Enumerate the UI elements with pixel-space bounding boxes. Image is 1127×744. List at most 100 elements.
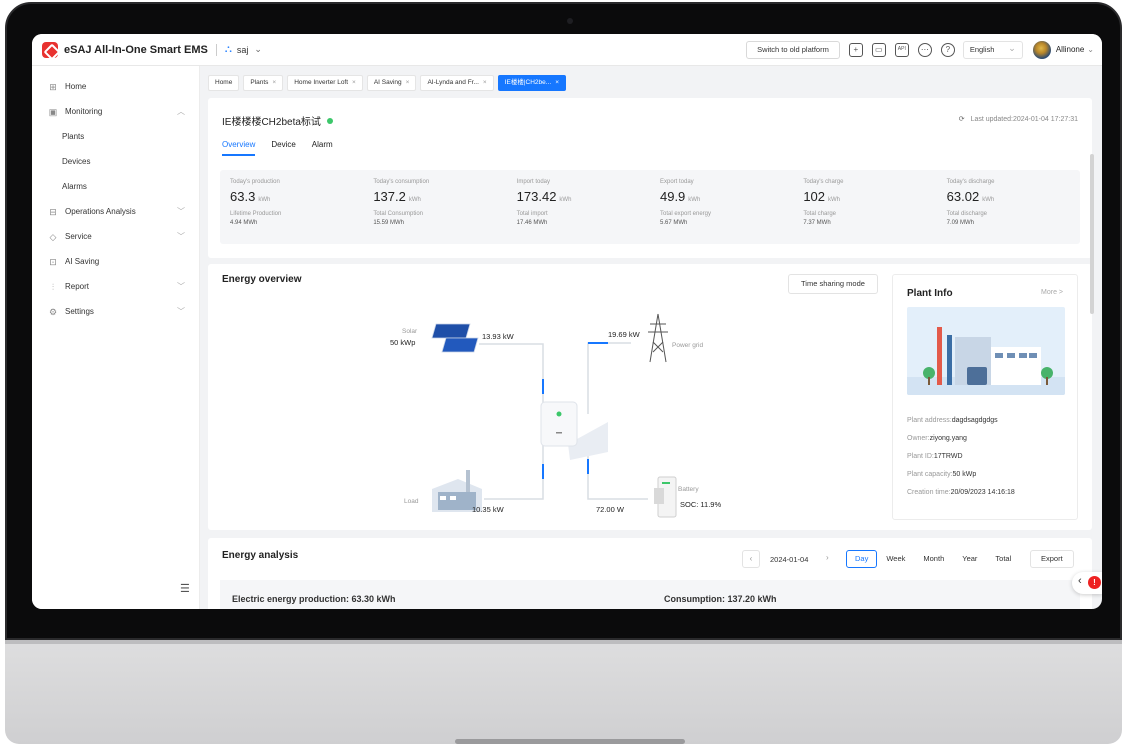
- stat-consumption: Today's consumption 137.2 kWh Total Consu…: [363, 170, 506, 244]
- chevron-left-icon: ‹: [1078, 575, 1082, 587]
- screen-icon[interactable]: ▭: [871, 42, 886, 57]
- plant-id: Plant ID:17TRWD: [907, 453, 963, 460]
- more-link[interactable]: More >: [1041, 289, 1063, 296]
- solar-label: Solar: [402, 328, 418, 335]
- stat-value: 102 kWh: [803, 189, 841, 204]
- solar-capacity: 50 kWp: [390, 338, 416, 347]
- sidebar-item-service[interactable]: ◇ Service ﹀: [32, 224, 199, 249]
- stat-charge: Today's charge 102 kWh Total charge 7.37 …: [793, 170, 936, 244]
- grid-power: 19.69 kW: [608, 330, 640, 339]
- refresh-icon[interactable]: ⟳: [959, 116, 965, 123]
- time-sharing-mode-button[interactable]: Time sharing mode: [788, 274, 878, 294]
- sidebar-item-devices[interactable]: Devices: [32, 149, 199, 174]
- stat-value: 173.42 kWh: [516, 189, 572, 204]
- sidebar-item-settings[interactable]: ⚙ Settings ﹀: [32, 299, 199, 324]
- plant-creation-time: Creation time:20/09/2023 14:16:18: [907, 489, 1015, 496]
- energy-analysis-card: Energy analysis ‹ 2024-01-04 › Day Week …: [208, 538, 1092, 609]
- tab-label: AI Saving: [373, 79, 402, 86]
- sidebar-item-home[interactable]: ⊞ Home: [32, 74, 199, 99]
- chevron-down-icon: ﹀: [177, 307, 185, 316]
- close-icon[interactable]: ×: [272, 79, 276, 86]
- add-icon[interactable]: +: [848, 42, 863, 57]
- app-logo[interactable]: eSAJ All-In-One Smart EMS: [42, 41, 208, 58]
- sidebar-item-label: Report: [65, 282, 90, 291]
- content-scrollbar[interactable]: [1090, 154, 1094, 314]
- tab-home[interactable]: Home: [208, 75, 240, 91]
- next-date-button[interactable]: ›: [818, 550, 836, 568]
- solar-panel-icon: [431, 323, 479, 353]
- floating-help-button[interactable]: ‹ !: [1072, 572, 1102, 594]
- production-summary: Electric energy production: 63.30 kWh: [232, 594, 396, 604]
- camera-dot: [567, 18, 573, 24]
- monitor-device: eSAJ All-In-One Smart EMS ⛬ saj ⌄ Switch…: [0, 0, 1127, 744]
- tab-ai-lynda[interactable]: AI-Lynda and Fr... ×: [420, 75, 494, 91]
- tab-overview[interactable]: Overview: [222, 140, 256, 156]
- load-label: Load: [404, 498, 419, 505]
- period-week[interactable]: Week: [877, 550, 914, 568]
- inverter-icon: [540, 401, 608, 460]
- stat-total-label: Lifetime Production: [230, 211, 282, 217]
- sidebar: ⊞ Home ▣ Monitoring ︿ Plants Devices Ala…: [32, 66, 200, 609]
- chevron-down-icon: ﹀: [177, 232, 185, 241]
- chevron-down-icon: ﹀: [177, 207, 185, 216]
- sidebar-item-label: Operations Analysis: [65, 207, 136, 216]
- more-icon[interactable]: ⋯: [917, 42, 932, 57]
- tab-device[interactable]: Device: [271, 140, 295, 156]
- monitor-chin: [5, 640, 1122, 744]
- sidebar-item-alarms[interactable]: Alarms: [32, 174, 199, 199]
- close-icon[interactable]: ×: [352, 79, 356, 86]
- close-icon[interactable]: ×: [406, 79, 410, 86]
- sidebar-item-label: AI Saving: [65, 257, 100, 266]
- chevron-down-icon: ⌄: [254, 44, 262, 54]
- tab-current-plant[interactable]: IE楼楼|CH2be... ×: [497, 75, 566, 91]
- settings-icon: ⚙: [48, 306, 58, 317]
- plant-selector[interactable]: ⛬ saj ⌄: [225, 44, 262, 55]
- sidebar-item-plants[interactable]: Plants: [32, 124, 199, 149]
- sidebar-item-operations-analysis[interactable]: ⊟ Operations Analysis ﹀: [32, 199, 199, 224]
- period-day[interactable]: Day: [846, 550, 878, 568]
- stat-total-value: 4.94 MWh: [230, 220, 258, 226]
- close-icon[interactable]: ×: [483, 79, 487, 86]
- sidebar-item-label: Home: [65, 82, 87, 91]
- api-icon[interactable]: API: [894, 42, 909, 57]
- last-updated-text: Last updated:2024-01-04 17:27:31: [970, 116, 1078, 123]
- top-bar: eSAJ All-In-One Smart EMS ⛬ saj ⌄ Switch…: [32, 34, 1102, 66]
- plant-selector-value: saj: [236, 44, 249, 55]
- tab-plants[interactable]: Plants ×: [243, 75, 284, 91]
- sidebar-item-label: Monitoring: [65, 107, 103, 116]
- period-total[interactable]: Total: [986, 550, 1020, 568]
- app-title: eSAJ All-In-One Smart EMS: [64, 43, 208, 56]
- stat-value: 63.02 kWh: [946, 189, 995, 204]
- period-selector: Day Week Month Year Total: [846, 550, 1020, 568]
- period-year[interactable]: Year: [953, 550, 986, 568]
- close-icon[interactable]: ×: [555, 79, 559, 86]
- language-select[interactable]: English: [962, 40, 1023, 59]
- tab-alarm[interactable]: Alarm: [312, 140, 333, 156]
- sidebar-item-report[interactable]: ⫶ Report ﹀: [32, 274, 199, 299]
- date-value[interactable]: 2024-01-04: [770, 555, 808, 564]
- energy-analysis-title: Energy analysis: [222, 550, 299, 561]
- sidebar-item-ai-saving[interactable]: ⊡ AI Saving: [32, 249, 199, 274]
- sidebar-item-monitoring[interactable]: ▣ Monitoring ︿: [32, 99, 199, 124]
- sidebar-item-label: Settings: [65, 307, 94, 316]
- online-status-dot: [326, 117, 333, 124]
- help-icon[interactable]: ?: [940, 42, 955, 57]
- plant-summary-card: IE楼楼楼CH2beta标试 ⟳ Last updated:2024-01-04…: [208, 98, 1092, 258]
- tab-label: Home Inverter Loft: [294, 79, 349, 86]
- export-button[interactable]: Export: [1030, 550, 1074, 568]
- energy-overview-title: Energy overview: [222, 274, 302, 285]
- plant-name: IE楼楼楼CH2beta标试: [222, 117, 321, 128]
- analysis-summary-panel: Electric energy production: 63.30 kWh Co…: [220, 580, 1080, 609]
- plant-info-title: Plant Info: [907, 288, 953, 299]
- prev-date-button[interactable]: ‹: [742, 550, 760, 568]
- switch-old-platform-button[interactable]: Switch to old platform: [746, 40, 840, 59]
- tab-ai-saving[interactable]: AI Saving ×: [366, 75, 417, 91]
- tab-home-inverter-loft[interactable]: Home Inverter Loft ×: [287, 75, 363, 91]
- user-menu[interactable]: Allinone ⌄: [1032, 40, 1094, 59]
- monitor-icon: ▣: [48, 106, 58, 117]
- stat-value: 137.2 kWh: [373, 189, 421, 204]
- period-month[interactable]: Month: [914, 550, 953, 568]
- collapse-sidebar-icon[interactable]: ☰: [180, 582, 190, 595]
- last-updated: ⟳ Last updated:2024-01-04 17:27:31: [959, 115, 1078, 123]
- stat-total-value: 15.59 MWh: [373, 220, 405, 226]
